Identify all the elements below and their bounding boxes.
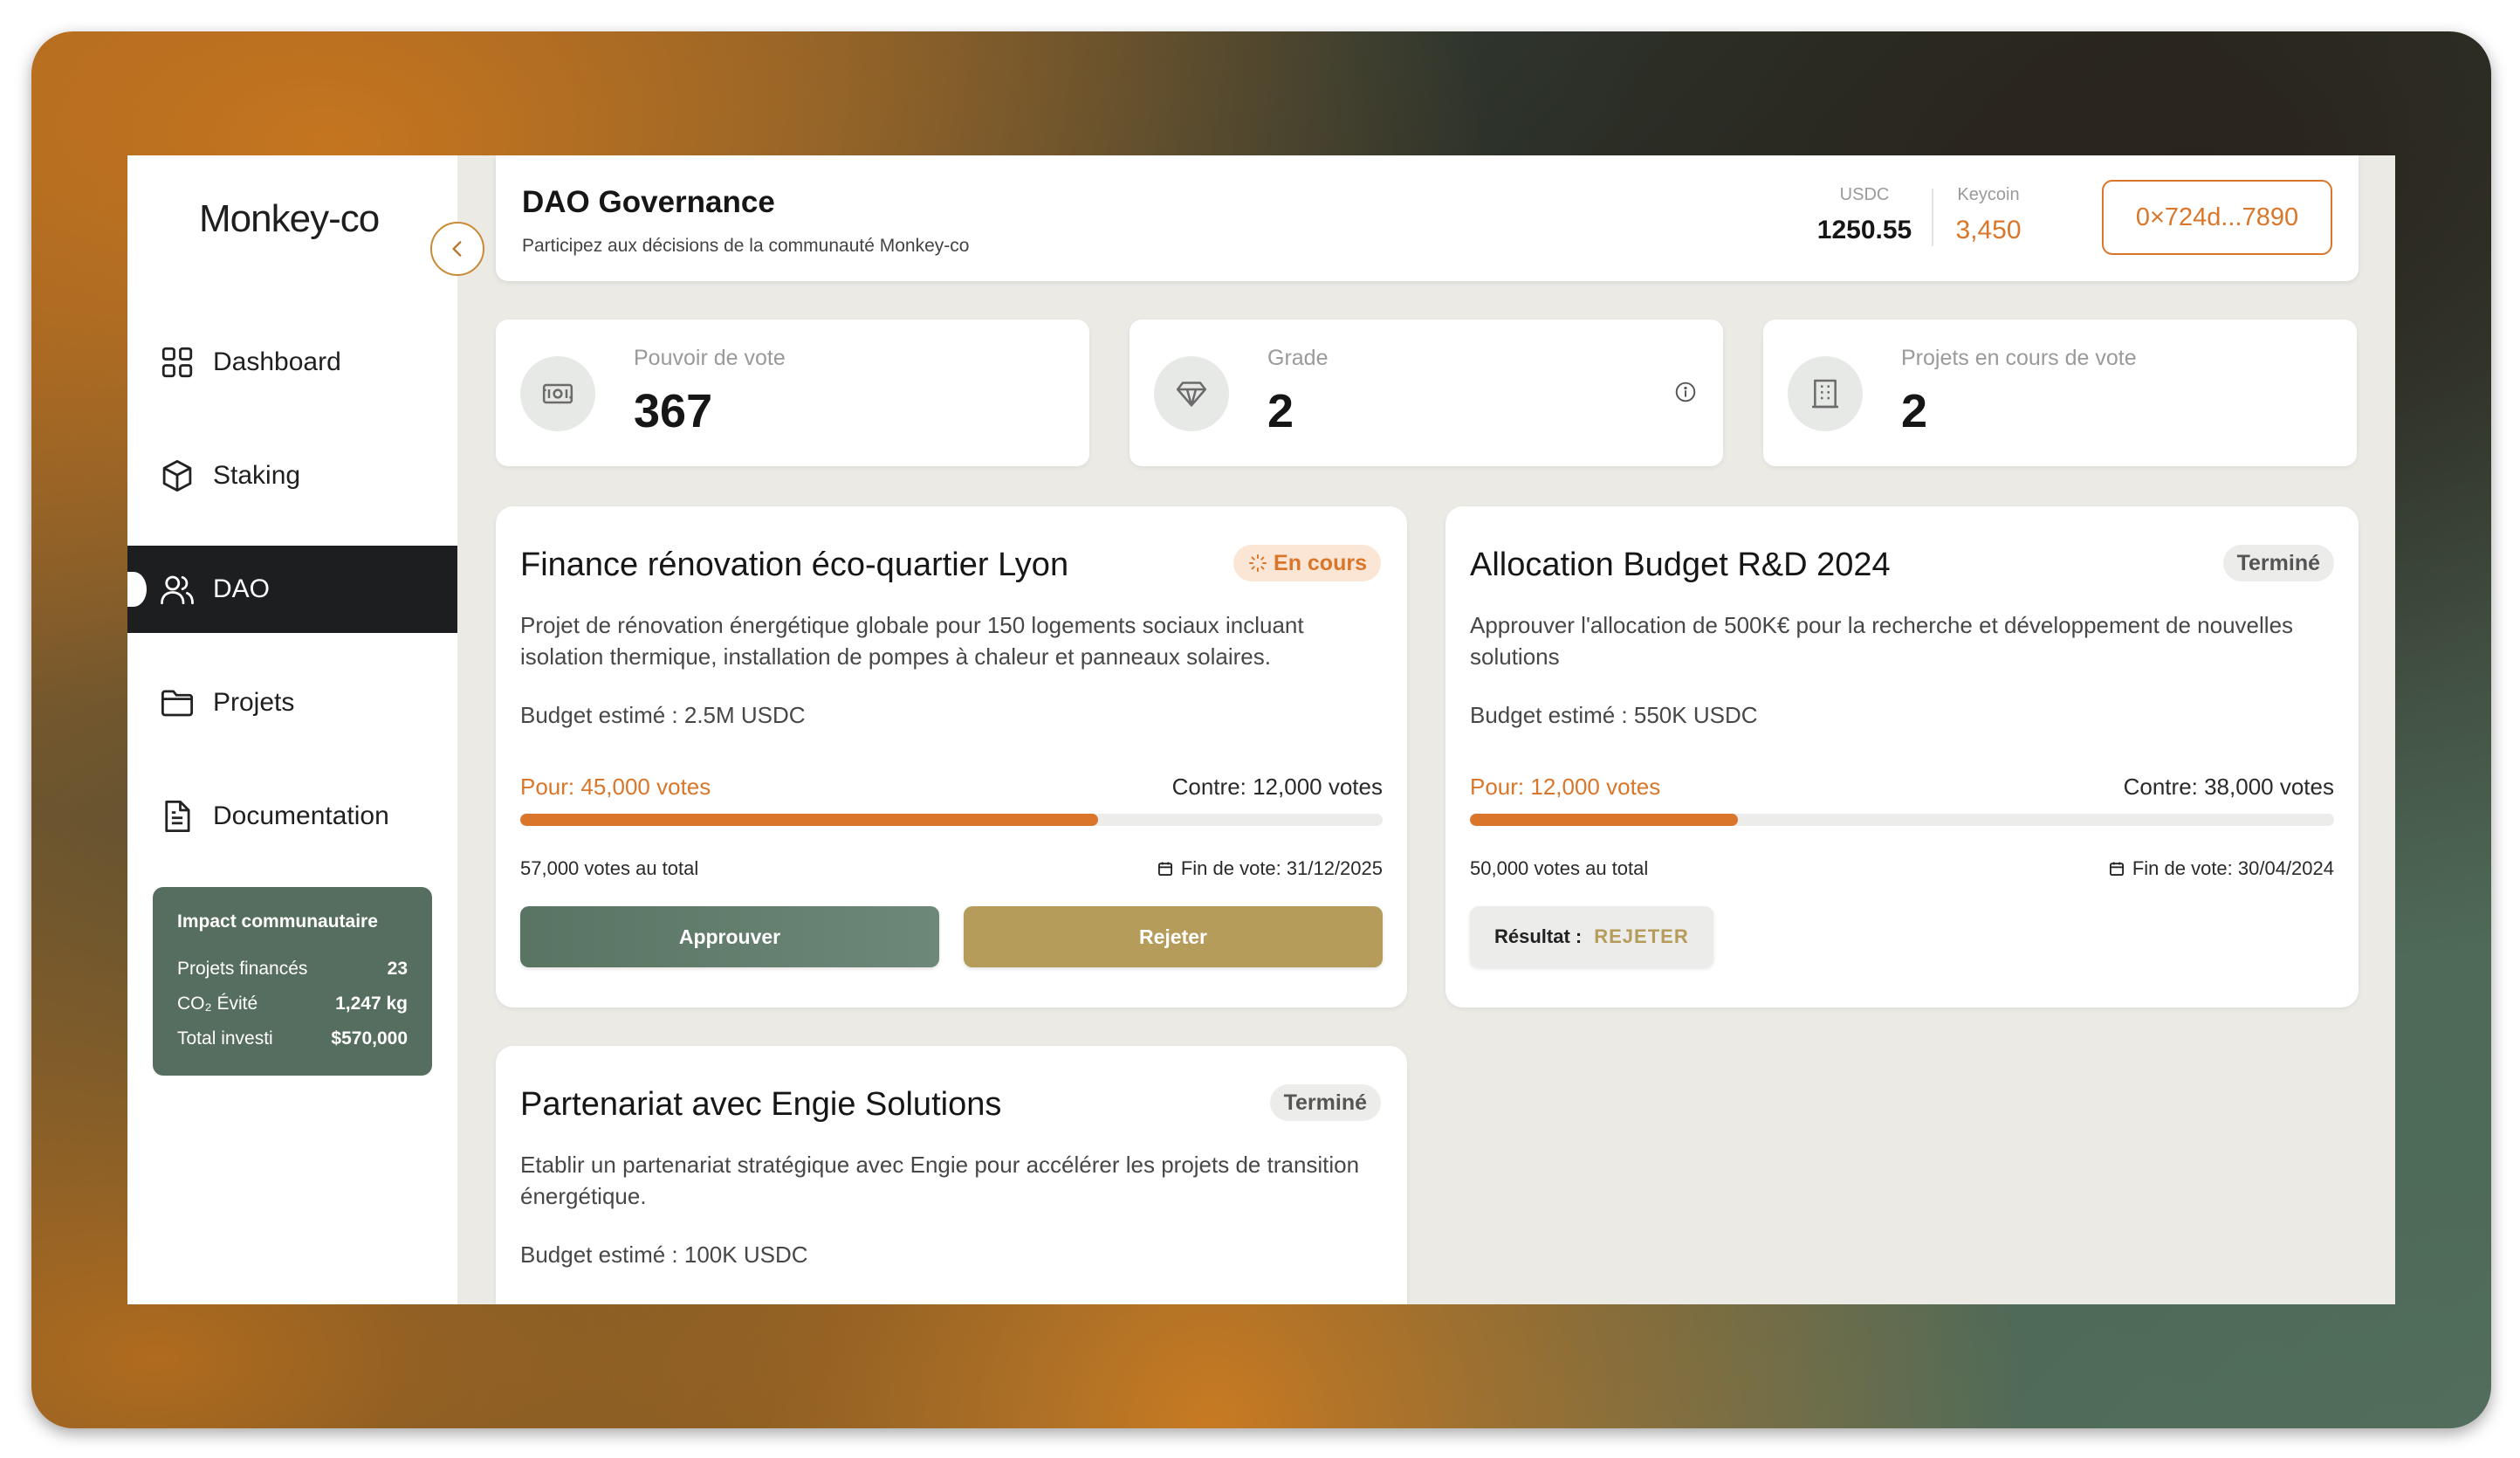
users-icon (161, 575, 194, 605)
stat-icon-wrap (1788, 356, 1863, 431)
calendar-icon (2109, 862, 2124, 876)
impact-title: Impact communautaire (177, 911, 378, 932)
sidebar-item-dashboard[interactable]: Dashboard (127, 319, 457, 406)
sidebar: Monkey-co Dashboard Staking DAO Projets … (127, 155, 457, 1304)
proposal-budget: Budget estimé : 2.5M USDC (520, 702, 806, 728)
keycoin-label: Keycoin (1957, 185, 2020, 204)
status-badge: Terminé (1269, 1084, 1381, 1121)
chevron-left-icon (452, 241, 462, 257)
impact-label: Total investi (177, 1028, 273, 1049)
page-header: DAO Governance Participez aux décisions … (496, 155, 2359, 281)
impact-value: 23 (387, 959, 408, 979)
vote-end-label: Fin de vote: 30/04/2024 (2132, 857, 2334, 879)
votes-against: Contre: 12,000 votes (1171, 774, 1383, 800)
proposal-card: Partenariat avec Engie Solutions Terminé… (496, 1046, 1407, 1304)
proposal-card: Finance rénovation éco-quartier Lyon En … (496, 506, 1407, 1008)
status-label: Terminé (1283, 1090, 1367, 1115)
ticket-icon (542, 383, 573, 404)
usdc-balance: USDC 1250.55 (1812, 185, 1917, 245)
diamond-icon (1176, 382, 1207, 407)
sidebar-item-documentation[interactable]: Documentation (127, 773, 457, 860)
calendar-icon (1157, 862, 1172, 876)
usdc-label: USDC (1839, 185, 1890, 204)
proposal-title: Finance rénovation éco-quartier Lyon (520, 547, 1069, 583)
proposal-card: Allocation Budget R&D 2024 Terminé Appro… (1445, 506, 2359, 1008)
approve-button[interactable]: Approuver (520, 906, 939, 967)
balance-divider (1932, 189, 1933, 246)
folder-icon (161, 690, 194, 717)
loader-icon (1249, 554, 1267, 572)
stat-card-grade: Grade 2 (1130, 320, 1723, 466)
info-icon[interactable] (1674, 381, 1697, 403)
cube-icon (162, 459, 192, 492)
impact-row: CO₂ Évité 1,247 kg (177, 994, 408, 1014)
sidebar-item-dao[interactable]: DAO (127, 546, 457, 633)
impact-value: $570,000 (331, 1028, 408, 1049)
status-label: Terminé (2236, 550, 2320, 575)
reject-button[interactable]: Rejeter (964, 906, 1383, 967)
sidebar-item-label: Staking (213, 461, 301, 490)
page-subtitle: Participez aux décisions de la communaut… (522, 236, 970, 256)
vote-progress-bar (1470, 814, 2334, 826)
document-icon (165, 800, 190, 833)
impact-label: Projets financés (177, 959, 308, 979)
stat-label: Grade (1267, 346, 1329, 370)
vote-progress-fill (520, 814, 1098, 826)
proposal-description: Approuver l'allocation de 500K€ pour la … (1470, 612, 2294, 670)
votes-for: Pour: 12,000 votes (1470, 774, 1661, 800)
vote-progress-bar (520, 814, 1383, 826)
sidebar-item-staking[interactable]: Staking (127, 432, 457, 519)
stat-icon-wrap (1154, 356, 1229, 431)
page-title: DAO Governance (522, 185, 775, 219)
votes-total: 50,000 votes au total (1470, 857, 1649, 879)
result-label: Résultat : (1494, 925, 1583, 947)
wallet-address-button[interactable]: 0×724d...7890 (2102, 180, 2332, 255)
votes-total: 57,000 votes au total (520, 857, 699, 879)
status-badge: Terminé (2222, 545, 2334, 581)
status-badge: En cours (1233, 545, 1381, 581)
sidebar-item-label: DAO (213, 574, 271, 603)
app-logo: Monkey-co (199, 197, 380, 240)
stat-label: Projets en cours de vote (1901, 346, 2137, 370)
impact-value: 1,247 kg (335, 994, 408, 1014)
stat-label: Pouvoir de vote (634, 346, 786, 370)
proposal-budget: Budget estimé : 100K USDC (520, 1241, 808, 1268)
proposal-description: Projet de rénovation énergétique globale… (520, 612, 1304, 670)
vote-progress-fill (1470, 814, 1738, 826)
app-window: Monkey-co Dashboard Staking DAO Projets … (127, 155, 2395, 1304)
sidebar-item-label: Projets (213, 688, 295, 717)
stat-card-voting-power: Pouvoir de vote 367 (496, 320, 1089, 466)
sidebar-item-label: Dashboard (213, 347, 341, 376)
collapse-sidebar-button[interactable] (430, 222, 484, 276)
stat-icon-wrap (520, 356, 595, 431)
proposal-title: Partenariat avec Engie Solutions (520, 1086, 1002, 1123)
vote-end-date: Fin de vote: 31/12/2025 (1157, 857, 1383, 880)
keycoin-balance: Keycoin 3,450 (1945, 185, 2032, 245)
impact-row: Total investi $570,000 (177, 1028, 408, 1049)
proposal-description: Etablir un partenariat stratégique avec … (520, 1152, 1360, 1209)
stat-value: 2 (1267, 385, 1294, 437)
grid-icon (161, 347, 193, 378)
vote-end-date: Fin de vote: 30/04/2024 (2108, 857, 2334, 880)
impact-card: Impact communautaire Projets financés 23… (153, 887, 432, 1076)
result-value: REJETER (1594, 925, 1689, 947)
proposal-title: Allocation Budget R&D 2024 (1470, 547, 1891, 583)
votes-against: Contre: 38,000 votes (2123, 774, 2334, 800)
votes-for: Pour: 45,000 votes (520, 774, 711, 800)
impact-row: Projets financés 23 (177, 959, 408, 980)
building-icon (1812, 379, 1838, 409)
sidebar-item-label: Documentation (213, 801, 389, 830)
impact-label: CO₂ Évité (177, 994, 258, 1014)
stat-value: 367 (634, 385, 713, 437)
keycoin-value: 3,450 (1955, 216, 2022, 244)
stat-card-projects-voting: Projets en cours de vote 2 (1763, 320, 2357, 466)
sidebar-item-projets[interactable]: Projets (127, 659, 457, 746)
status-label: En cours (1274, 550, 1367, 575)
usdc-value: 1250.55 (1816, 216, 1912, 244)
vote-result: Résultat : REJETER (1470, 906, 1713, 967)
proposal-budget: Budget estimé : 550K USDC (1470, 702, 1758, 728)
stat-value: 2 (1901, 385, 1928, 437)
vote-end-label: Fin de vote: 31/12/2025 (1180, 857, 1383, 879)
